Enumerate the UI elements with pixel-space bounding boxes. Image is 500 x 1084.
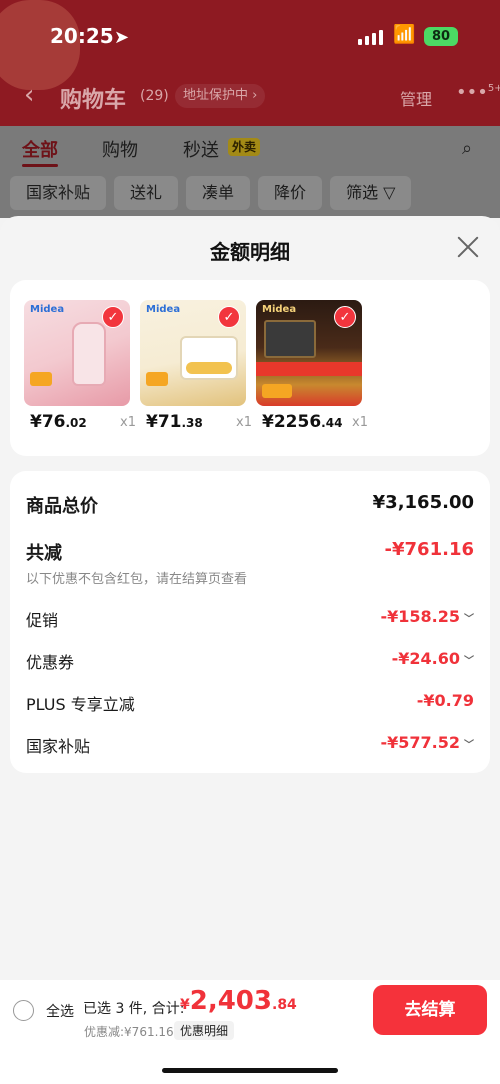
chip-gift[interactable]: 送礼 — [114, 176, 179, 210]
takeout-badge: 外卖 — [228, 138, 261, 156]
manage-button[interactable]: 管理 — [400, 86, 432, 110]
chevron-down-icon[interactable]: ﹀ — [464, 652, 474, 667]
product-thumbnail: Midea ✓ — [24, 300, 130, 406]
active-tab-indicator — [22, 164, 58, 167]
coupon-label: 优惠券 — [26, 653, 75, 672]
wifi-icon: 📶 — [393, 24, 416, 45]
product-brand: Midea — [146, 304, 181, 315]
battery-icon: 80 — [424, 27, 458, 46]
location-arrow-icon: ➤ — [114, 27, 130, 48]
chevron-left-icon[interactable]: ‹ — [24, 80, 34, 110]
chip-bundle[interactable]: 凑单 — [186, 176, 251, 210]
address-protect-badge[interactable]: 地址保护中 › — [175, 84, 266, 108]
plus-discount-value: -¥0.79 — [416, 691, 474, 710]
promotion-value: -¥158.25 ﹀ — [380, 607, 474, 626]
coupon-value: -¥24.60 ﹀ — [391, 649, 474, 668]
sheet-title: 金额明细 — [210, 240, 290, 264]
search-icon[interactable]: ⌕ — [462, 138, 472, 159]
chip-filter[interactable]: 筛选 ▽ — [330, 176, 412, 210]
product-price: ¥76.02 — [30, 412, 87, 432]
product-price: ¥2256.44 — [262, 412, 343, 432]
chevron-down-icon[interactable]: ﹀ — [464, 610, 474, 625]
total-price: ¥2,403.84 — [180, 986, 297, 1016]
total-reduce-value: -¥761.16 — [384, 539, 474, 560]
close-icon[interactable] — [456, 234, 480, 258]
selected-count: 已选 3 件, 合计: — [83, 1001, 185, 1017]
status-bar: 20:25 ➤ 📶 80 — [0, 24, 500, 54]
goods-total-value: ¥3,165.00 — [372, 492, 474, 513]
product-price: ¥71.38 — [146, 412, 203, 432]
chip-price-drop[interactable]: 降价 — [258, 176, 323, 210]
home-indicator — [162, 1068, 338, 1073]
product-quantity: x1 — [352, 415, 368, 430]
subsidy-value: -¥577.52 ﹀ — [380, 733, 474, 752]
more-menu-icon[interactable]: •••5+ — [456, 82, 500, 103]
status-time: 20:25 — [50, 24, 114, 48]
product-brand: Midea — [262, 304, 297, 315]
chip-subsidy[interactable]: 国家补贴 — [10, 176, 107, 210]
tab-instant-delivery[interactable]: 秒送 — [183, 136, 219, 162]
product-thumbnail: Midea ✓ — [140, 300, 246, 406]
more-badge: 5+ — [487, 83, 500, 94]
amount-detail-sheet: 金额明细 Midea ✓ ¥76.02 x1 Midea ✓ ¥71.38 x1 — [0, 216, 500, 980]
checked-icon[interactable]: ✓ — [102, 306, 124, 328]
product-thumbnail: Midea ✓ — [256, 300, 362, 406]
product-quantity: x1 — [120, 415, 136, 430]
subsidy-label: 国家补贴 — [26, 737, 91, 756]
product-item[interactable]: Midea ✓ ¥76.02 x1 — [24, 300, 136, 432]
checked-icon[interactable]: ✓ — [218, 306, 240, 328]
cart-count: (29) — [140, 88, 169, 104]
discount-note: 以下优惠不包含红包，请在结算页查看 — [26, 572, 248, 587]
selected-products-card: Midea ✓ ¥76.02 x1 Midea ✓ ¥71.38 x1 Mide… — [10, 280, 490, 456]
product-item[interactable]: Midea ✓ ¥71.38 x1 — [140, 300, 252, 432]
goods-total-label: 商品总价 — [26, 496, 98, 517]
cart-tabs: 全部 购物 秒送 外卖 ⌕ — [0, 136, 500, 167]
cellular-signal-icon — [358, 30, 383, 45]
product-brand: Midea — [30, 304, 65, 315]
page-title: 购物车 — [60, 88, 127, 113]
product-item[interactable]: Midea ✓ ¥2256.44 x1 — [256, 300, 368, 432]
tab-shopping[interactable]: 购物 — [102, 136, 138, 162]
checkout-bar: 全选 已选 3 件, 合计: ¥2,403.84 优惠减:¥761.16 优惠明… — [0, 980, 500, 1084]
tab-all[interactable]: 全部 — [22, 136, 58, 162]
cart-navbar: ‹ 购物车 (29) 地址保护中 › 管理 •••5+ — [0, 80, 500, 114]
select-all-label[interactable]: 全选 — [46, 1001, 74, 1021]
chevron-down-icon[interactable]: ﹀ — [464, 736, 474, 751]
filter-chips: 国家补贴 送礼 凑单 降价 筛选 ▽ — [10, 176, 412, 210]
checked-icon[interactable]: ✓ — [334, 306, 356, 328]
select-all-radio[interactable] — [13, 1000, 34, 1021]
saved-amount: 优惠减:¥761.16 — [84, 1025, 174, 1039]
checkout-button[interactable]: 去结算 — [373, 985, 487, 1035]
total-reduce-label: 共减 — [26, 543, 62, 564]
product-quantity: x1 — [236, 415, 252, 430]
promotion-label: 促销 — [26, 611, 59, 630]
plus-discount-label: PLUS 专享立减 — [26, 695, 135, 714]
discount-detail-link[interactable]: 优惠明细 — [174, 1021, 235, 1040]
price-detail-card: 商品总价 ¥3,165.00 共减 -¥761.16 以下优惠不包含红包，请在结… — [10, 471, 490, 773]
